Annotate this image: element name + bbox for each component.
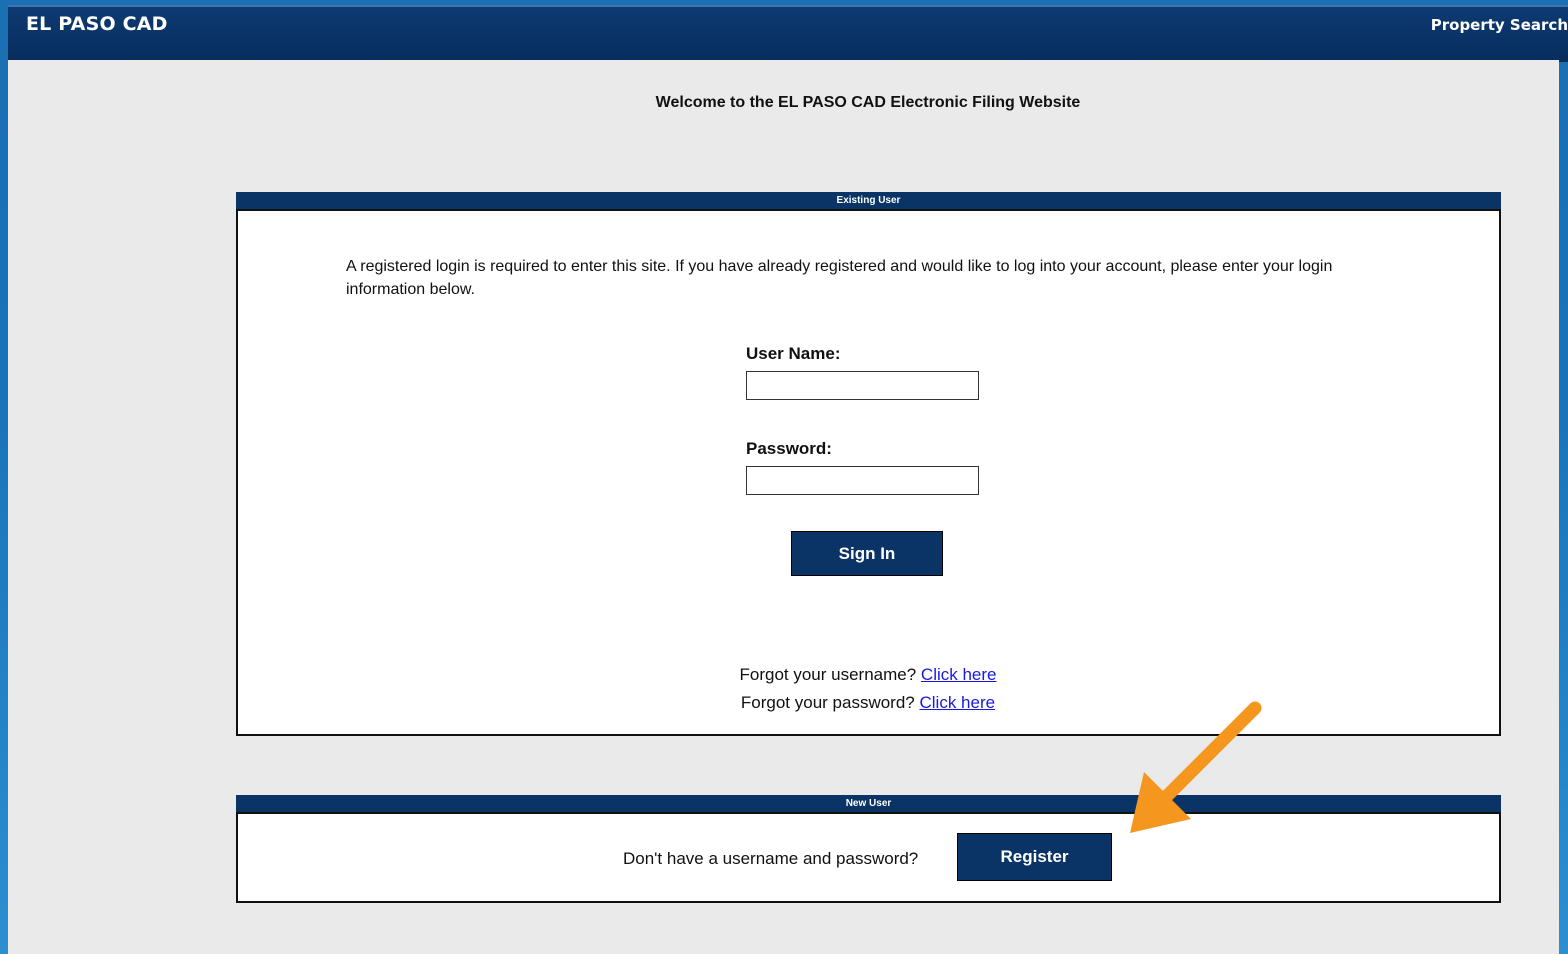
password-label: Password: (746, 439, 832, 458)
username-label: User Name: (746, 344, 841, 363)
forgot-username-row: Forgot your username? Click here (238, 665, 1498, 685)
main-content: Welcome to the EL PASO CAD Electronic Fi… (8, 60, 1559, 954)
forgot-username-text: Forgot your username? (739, 665, 917, 684)
new-user-header: New User (236, 795, 1501, 812)
welcome-heading: Welcome to the EL PASO CAD Electronic Fi… (655, 94, 1081, 111)
sign-in-button[interactable]: Sign In (791, 531, 943, 576)
site-brand: EL PASO CAD (26, 13, 168, 35)
top-nav-bar: EL PASO CAD Property Search (8, 5, 1568, 62)
new-user-panel: Don't have a username and password? Regi… (236, 812, 1501, 903)
login-intro-text: A registered login is required to enter … (346, 258, 1333, 298)
username-input[interactable] (746, 371, 979, 400)
existing-user-header: Existing User (236, 192, 1501, 209)
property-search-link[interactable]: Property Search (1431, 16, 1568, 34)
forgot-password-text: Forgot your password? (740, 693, 915, 712)
password-input[interactable] (746, 466, 979, 495)
forgot-password-link[interactable]: Click here (920, 693, 996, 712)
no-account-prompt: Don't have a username and password? (623, 849, 919, 868)
forgot-password-row: Forgot your password? Click here (238, 693, 1498, 713)
arrow-annotation-icon (1130, 701, 1262, 833)
forgot-username-link[interactable]: Click here (921, 665, 997, 684)
register-button[interactable]: Register (957, 833, 1112, 881)
existing-user-panel: A registered login is required to enter … (236, 209, 1501, 736)
